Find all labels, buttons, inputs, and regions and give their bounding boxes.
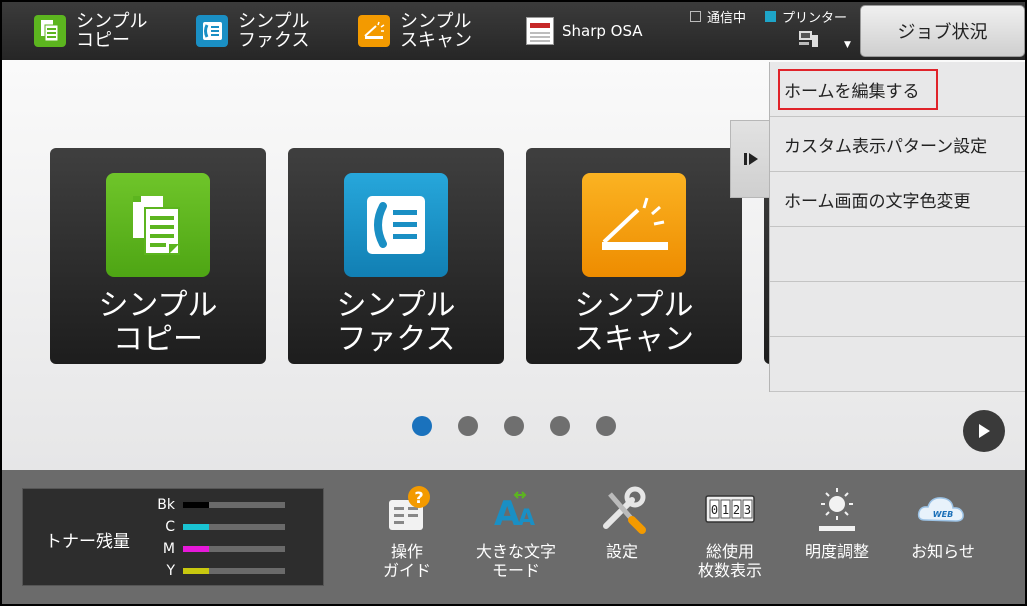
tile-simple-fax[interactable]: シンプル ファクス bbox=[288, 148, 504, 364]
shortcut-sharp-osa[interactable]: Sharp OSA bbox=[526, 2, 643, 60]
collapse-arrow-icon bbox=[743, 153, 758, 165]
util-label: 操作 ガイド bbox=[382, 542, 431, 580]
page-dot[interactable] bbox=[550, 416, 570, 436]
shortcut-simple-copy[interactable]: シンプル コピー bbox=[34, 2, 147, 60]
status-label: 通信中 bbox=[707, 11, 747, 26]
page-dot[interactable] bbox=[412, 416, 432, 436]
brightness-button[interactable]: 明度調整 bbox=[782, 482, 892, 598]
util-label: 総使用 枚数表示 bbox=[697, 542, 762, 580]
menu-item-edit-home[interactable]: ホームを編集する bbox=[770, 62, 1025, 117]
settings-button[interactable]: 設定 bbox=[567, 482, 677, 598]
scan-icon bbox=[582, 173, 686, 277]
settings-tools-icon bbox=[592, 482, 652, 538]
svg-text:1: 1 bbox=[722, 503, 729, 517]
large-text-mode-button[interactable]: A A 大きな文字 モード bbox=[461, 482, 571, 598]
next-page-button[interactable] bbox=[963, 410, 1005, 452]
menu-item-custom-display-pattern[interactable]: カスタム表示パターン設定 bbox=[770, 117, 1025, 172]
page-dot[interactable] bbox=[596, 416, 616, 436]
status-communicating: 通信中 bbox=[690, 7, 746, 26]
copy-icon bbox=[34, 15, 66, 47]
shortcut-label: シンプル スキャン bbox=[400, 11, 472, 51]
util-label: 大きな文字 モード bbox=[475, 542, 556, 580]
bottom-bar: トナー残量 Bk C M Y ? 操作 ガイド A A 大きな文字 モード 設定… bbox=[2, 470, 1025, 604]
status-indicator bbox=[690, 11, 701, 22]
fax-icon bbox=[344, 173, 448, 277]
notice-button[interactable]: WEB お知らせ bbox=[888, 482, 998, 598]
menu-item-empty bbox=[770, 227, 1025, 282]
svg-text:?: ? bbox=[414, 488, 423, 507]
svg-text:A: A bbox=[518, 506, 535, 531]
status-indicator bbox=[765, 11, 776, 22]
svg-text:0: 0 bbox=[711, 503, 718, 517]
toner-level-panel[interactable]: トナー残量 Bk C M Y bbox=[22, 488, 324, 586]
total-count-button[interactable]: 0 1 2 3 総使用 枚数表示 bbox=[675, 482, 785, 598]
shortcut-simple-scan[interactable]: シンプル スキャン bbox=[358, 2, 472, 60]
status-printer: プリンター bbox=[765, 7, 847, 26]
svg-text:A: A bbox=[494, 494, 521, 533]
web-notice-icon: WEB bbox=[913, 482, 973, 538]
job-status-button[interactable]: ジョブ状況 bbox=[860, 5, 1025, 57]
toner-row-y: Y bbox=[157, 563, 285, 579]
menu-item-empty bbox=[770, 282, 1025, 337]
chevron-down-icon[interactable]: ▼ bbox=[844, 40, 851, 50]
status-label: プリンター bbox=[782, 11, 848, 26]
screen-frame: シンプル コピー シンプル ファクス シンプル スキャン Sharp OSA 通… bbox=[2, 2, 1025, 604]
toner-row-bk: Bk bbox=[157, 497, 285, 513]
svg-text:3: 3 bbox=[744, 503, 751, 517]
toner-row-m: M bbox=[157, 541, 285, 557]
shortcut-label: シンプル ファクス bbox=[238, 11, 310, 51]
util-label: 設定 bbox=[605, 542, 638, 561]
menu-item-empty bbox=[770, 337, 1025, 392]
tile-simple-scan[interactable]: シンプル スキャン bbox=[526, 148, 742, 364]
toner-row-c: C bbox=[157, 519, 285, 535]
util-label: お知らせ bbox=[911, 542, 975, 561]
menu-item-label: ホーム画面の文字色変更 bbox=[784, 191, 971, 212]
large-text-icon: A A bbox=[486, 482, 546, 538]
home-settings-menu: ホームを編集する カスタム表示パターン設定 ホーム画面の文字色変更 bbox=[769, 62, 1025, 392]
tile-simple-copy[interactable]: シンプル コピー bbox=[50, 148, 266, 364]
page-indicator bbox=[412, 416, 642, 436]
collapse-panel-button[interactable] bbox=[730, 120, 770, 198]
shortcut-label: シンプル コピー bbox=[76, 11, 148, 51]
copy-icon bbox=[106, 173, 210, 277]
svg-text:WEB: WEB bbox=[933, 510, 953, 519]
tile-label: シンプル スキャン bbox=[574, 288, 694, 357]
scan-icon bbox=[358, 15, 390, 47]
operation-guide-button[interactable]: ? 操作 ガイド bbox=[352, 482, 462, 598]
svg-text:2: 2 bbox=[733, 503, 740, 517]
menu-item-label: ホームを編集する bbox=[778, 68, 938, 110]
brightness-icon bbox=[807, 482, 867, 538]
shortcut-label: Sharp OSA bbox=[562, 21, 643, 40]
osa-icon bbox=[526, 17, 554, 45]
page-dot[interactable] bbox=[458, 416, 478, 436]
util-label: 明度調整 bbox=[804, 542, 869, 561]
menu-item-label: カスタム表示パターン設定 bbox=[784, 136, 988, 157]
tile-label: シンプル ファクス bbox=[336, 288, 456, 357]
menu-item-home-text-color[interactable]: ホーム画面の文字色変更 bbox=[770, 172, 1025, 227]
toner-title: トナー残量 bbox=[45, 532, 130, 552]
printer-icon[interactable] bbox=[797, 29, 821, 53]
top-bar: シンプル コピー シンプル ファクス シンプル スキャン Sharp OSA 通… bbox=[2, 2, 1025, 60]
tile-label: シンプル コピー bbox=[98, 288, 218, 357]
shortcut-simple-fax[interactable]: シンプル ファクス bbox=[196, 2, 309, 60]
operation-guide-icon: ? bbox=[377, 482, 437, 538]
counter-icon: 0 1 2 3 bbox=[700, 482, 760, 538]
page-dot[interactable] bbox=[504, 416, 524, 436]
fax-icon bbox=[196, 15, 228, 47]
play-right-icon bbox=[979, 424, 990, 438]
